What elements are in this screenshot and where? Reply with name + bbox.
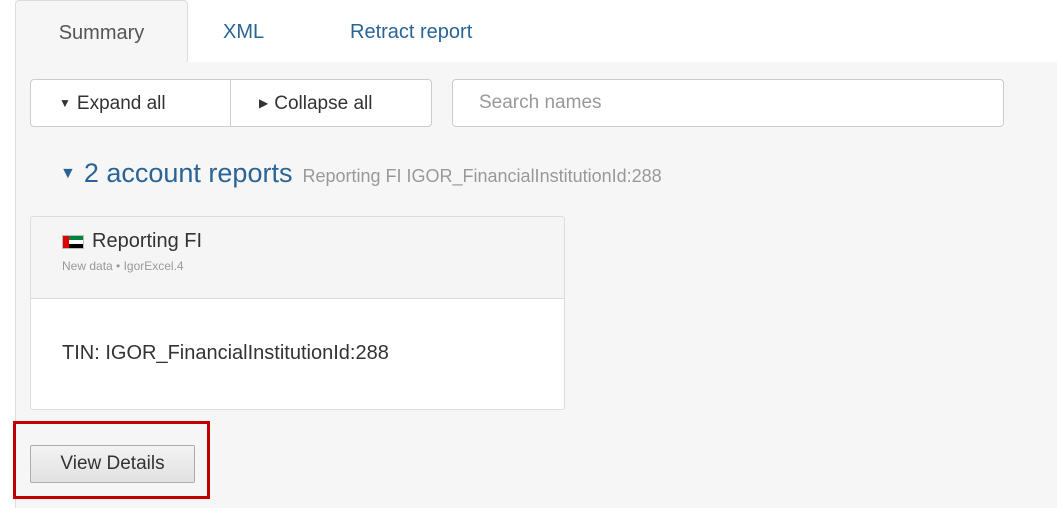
uae-flag-icon xyxy=(62,234,84,249)
caret-down-icon: ▼ xyxy=(60,165,76,182)
card-tin: TIN: IGOR_FinancialInstitutionId:288 xyxy=(62,342,389,364)
section-subtitle: Reporting FI IGOR_FinancialInstitutionId… xyxy=(302,166,662,186)
expand-all-button[interactable]: ▼ Expand all xyxy=(30,79,231,127)
expand-collapse-group: ▼ Expand all ▶ Collapse all xyxy=(30,79,432,127)
card-title: Reporting FI xyxy=(92,230,203,252)
reporting-fi-card: Reporting FI New data • IgorExcel.4 TIN:… xyxy=(30,216,565,410)
expand-all-label: Expand all xyxy=(76,93,166,114)
collapse-all-button[interactable]: ▶ Collapse all xyxy=(231,79,432,127)
collapse-all-label: Collapse all xyxy=(274,93,373,114)
tab-summary[interactable]: Summary xyxy=(15,0,188,62)
tab-retract-report[interactable]: Retract report xyxy=(350,0,472,62)
summary-panel: ▼ Expand all ▶ Collapse all ▼ 2 account rep… xyxy=(13,62,1057,508)
tab-bar: Summary XML Retract report xyxy=(15,0,1057,63)
caret-down-icon: ▼ xyxy=(59,96,71,110)
card-header: Reporting FI New data • IgorExcel.4 xyxy=(31,217,564,299)
card-title-row: Reporting FI xyxy=(62,230,564,253)
caret-right-icon: ▶ xyxy=(259,96,269,110)
search-names-input[interactable] xyxy=(452,79,1004,127)
card-meta: New data • IgorExcel.4 xyxy=(62,259,184,273)
account-reports-toggle[interactable]: ▼ 2 account reports Reporting FI IGOR_Fina… xyxy=(60,158,662,189)
page: Summary XML Retract report ▼ Expand all ▶… xyxy=(0,0,1057,508)
view-details-button[interactable]: View Details xyxy=(30,445,195,483)
tab-xml[interactable]: XML xyxy=(223,0,264,62)
section-title: 2 account reports xyxy=(83,158,293,188)
